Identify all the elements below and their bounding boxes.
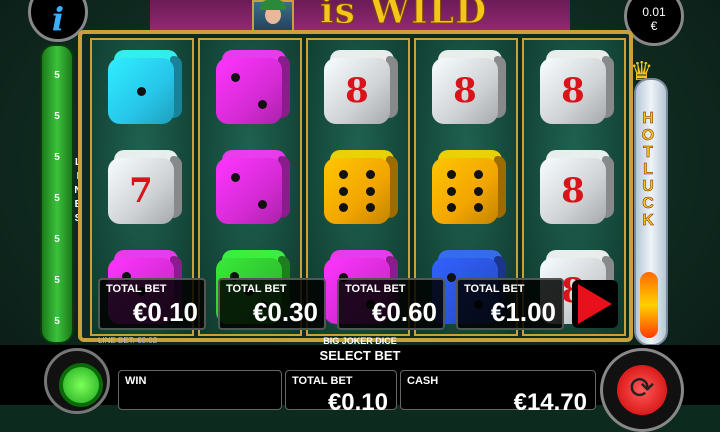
bet-option-value: €0.30 (252, 297, 318, 327)
bet-option-4[interactable]: TOTAL BET €1.00 (456, 278, 564, 330)
line-count: 5 (54, 111, 60, 122)
die-pip (473, 203, 483, 212)
total-bet-label: TOTAL BET (292, 375, 353, 387)
info-icon: i (51, 0, 65, 38)
bet-option-2[interactable]: TOTAL BET €0.30 (218, 278, 326, 330)
gear-icon (59, 363, 103, 407)
hot-luck-letter: C (642, 195, 654, 213)
die-symbol (432, 150, 506, 224)
die-number: 8 (453, 71, 477, 111)
play-arrow-icon (578, 284, 612, 324)
settings-button[interactable] (44, 348, 110, 414)
hot-luck-letter: H (642, 110, 654, 128)
win-label: WIN (125, 375, 147, 387)
die-number: 8 (561, 171, 585, 211)
win-panel: WIN (118, 370, 282, 410)
die-pip (473, 186, 483, 196)
die-pip (473, 170, 483, 179)
bet-option-value: €1.00 (490, 297, 556, 327)
die-pip (339, 186, 349, 196)
line-count: 5 (54, 193, 60, 204)
line-count: 5 (54, 70, 60, 81)
line-count: 5 (54, 152, 60, 163)
die-pip (257, 99, 267, 109)
spin-button[interactable]: ⟳ (600, 348, 684, 432)
die-number: 8 (561, 71, 585, 111)
meter-fill (640, 272, 658, 338)
hot-luck-letter: L (643, 161, 653, 179)
die-symbol (108, 50, 182, 124)
die-pip (136, 86, 146, 96)
coin-value: 0.01 (642, 5, 666, 19)
line-count: 5 (54, 275, 60, 286)
next-bet-arrow-button[interactable] (572, 280, 618, 328)
bet-option-value: €0.60 (371, 297, 437, 327)
die-symbol: 7 (108, 150, 182, 224)
die-symbol: 8 (540, 150, 614, 224)
die-pip (257, 199, 267, 209)
bet-option-label: TOTAL BET (226, 283, 287, 295)
die-pip (365, 186, 375, 196)
cash-value: €14.70 (513, 389, 587, 416)
hot-luck-letter: T (643, 144, 653, 162)
spin-arrows-icon: ⟳ (617, 365, 667, 415)
hot-luck-label: HOTLUCK (637, 110, 659, 230)
die-pip (365, 203, 375, 212)
bet-option-3[interactable]: TOTAL BET €0.60 (337, 278, 445, 330)
cash-label: CASH (407, 375, 439, 387)
die-symbol (324, 150, 398, 224)
line-count: 5 (54, 234, 60, 245)
die-symbol: 8 (540, 50, 614, 124)
title-text: is WILD (319, 0, 488, 33)
bet-option-label: TOTAL BET (464, 283, 525, 295)
coin-currency: € (650, 19, 658, 33)
die-number: 8 (345, 71, 369, 111)
bet-option-label: TOTAL BET (345, 283, 406, 295)
die-symbol: 8 (432, 50, 506, 124)
hot-luck-letter: O (641, 127, 655, 145)
hot-luck-letter: U (642, 178, 654, 196)
total-bet-panel: TOTAL BET €0.10 (285, 370, 397, 416)
die-pip (447, 186, 457, 196)
cash-panel: CASH €14.70 (400, 370, 596, 416)
total-bet-value: €0.10 (327, 389, 388, 416)
hot-luck-letter: K (642, 212, 654, 230)
bet-option-value: €0.10 (132, 297, 198, 327)
die-number: 7 (129, 171, 153, 211)
line-count: 5 (54, 316, 60, 327)
die-symbol: 8 (324, 50, 398, 124)
lines-indicator: 5 5 5 5 5 5 5 (40, 44, 74, 344)
die-pip (365, 170, 375, 179)
die-symbol (216, 50, 290, 124)
bet-option-1[interactable]: TOTAL BET €0.10 (98, 278, 206, 330)
bet-option-label: TOTAL BET (106, 283, 167, 295)
die-symbol (216, 150, 290, 224)
